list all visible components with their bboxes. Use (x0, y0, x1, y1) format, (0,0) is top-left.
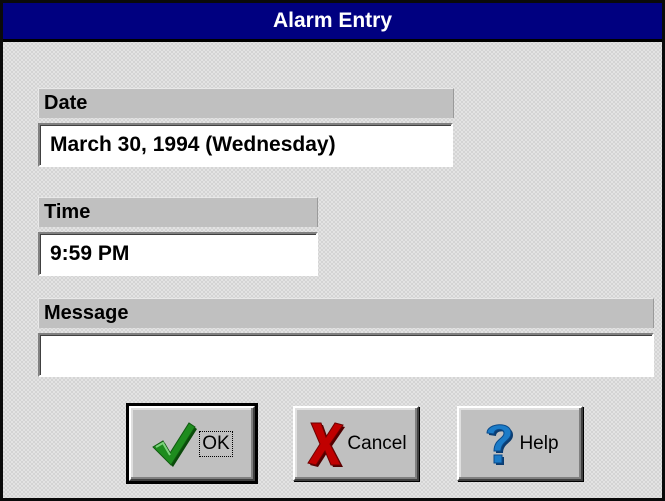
ok-button-label: OK (199, 430, 233, 457)
question-mark-icon (481, 419, 517, 469)
help-button[interactable]: Help (457, 406, 583, 481)
date-field[interactable]: March 30, 1994 (Wednesday) (38, 123, 453, 167)
time-label: Time (38, 197, 318, 227)
cancel-button-label: Cancel (347, 432, 407, 454)
message-field[interactable] (38, 333, 654, 377)
cancel-button[interactable]: Cancel (293, 406, 419, 481)
help-button-label: Help (519, 432, 559, 454)
alarm-entry-dialog: Alarm Entry Date March 30, 1994 (Wednesd… (0, 0, 665, 501)
time-field[interactable]: 9:59 PM (38, 232, 318, 276)
window-title: Alarm Entry (272, 9, 393, 32)
date-label: Date (38, 88, 454, 118)
checkmark-icon (151, 419, 198, 469)
x-icon (305, 419, 346, 469)
title-bar[interactable]: Alarm Entry (3, 3, 662, 42)
message-label: Message (38, 298, 654, 328)
ok-button[interactable]: OK (126, 403, 258, 484)
